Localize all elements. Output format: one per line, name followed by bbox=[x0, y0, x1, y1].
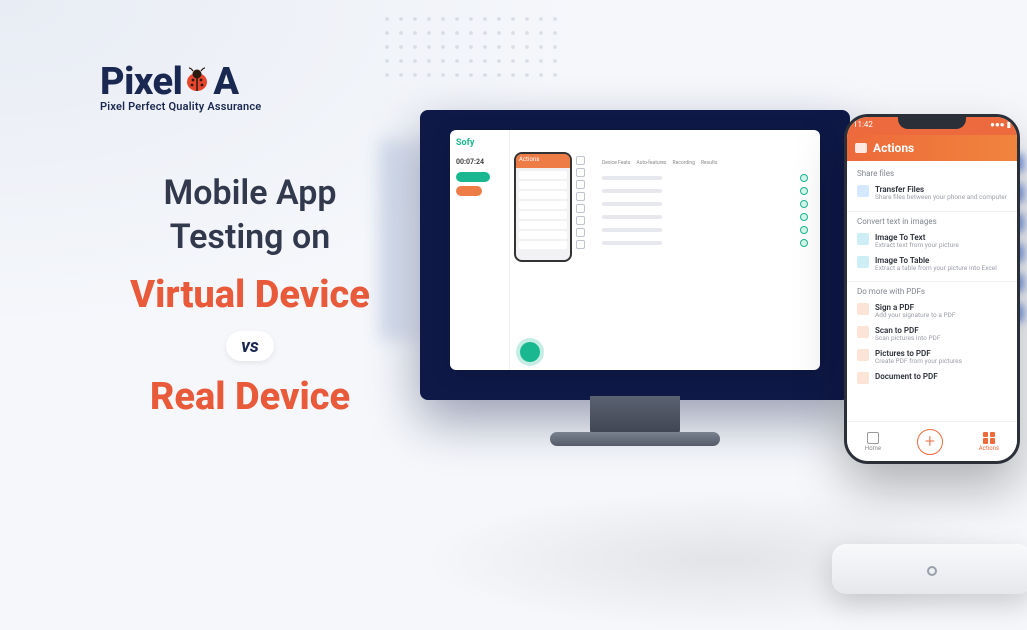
section-title: Do more with PDFs bbox=[857, 287, 1007, 296]
list-item[interactable]: Transfer Files Share files between your … bbox=[857, 182, 1007, 205]
section-title: Share files bbox=[857, 169, 1007, 178]
list-item[interactable]: Sign a PDF Add your signature to a PDF bbox=[857, 300, 1007, 323]
list-item[interactable]: Document to PDF bbox=[857, 369, 1007, 387]
app-title: Actions bbox=[873, 141, 914, 155]
list-item[interactable]: Image To Table Extract a table from your… bbox=[857, 253, 1007, 276]
list-item[interactable]: Pictures to PDF Create PDF from your pic… bbox=[857, 346, 1007, 369]
dashboard-brand: Sofy bbox=[456, 138, 503, 148]
dock-button-icon bbox=[927, 566, 937, 576]
tab-home[interactable]: Home bbox=[865, 432, 881, 452]
notch bbox=[898, 117, 966, 129]
dot-pattern-decoration bbox=[380, 12, 560, 82]
headline-line2: Testing on bbox=[100, 215, 400, 259]
tool-sidebar bbox=[576, 152, 590, 364]
status-time: 11:42 bbox=[853, 120, 873, 132]
vs-badge: vs bbox=[226, 331, 274, 361]
session-timer: 00:07:24 bbox=[456, 158, 503, 166]
transfer-icon bbox=[857, 185, 869, 197]
record-indicator-icon bbox=[520, 342, 540, 362]
chat-icon bbox=[855, 143, 867, 153]
app-header: Actions bbox=[847, 135, 1017, 161]
phone-dock bbox=[832, 544, 1027, 594]
status-chip-green bbox=[456, 172, 490, 182]
monitor: Sofy 00:07:24 Actions bbox=[420, 110, 850, 400]
logo-tagline: Pixel Perfect Quality Assurance bbox=[100, 100, 400, 113]
image-table-icon bbox=[857, 256, 869, 268]
tab-bar: Home + Actions bbox=[847, 421, 1017, 461]
status-bar: 11:42 ●●● ▮ bbox=[847, 117, 1017, 135]
list-item[interactable]: Scan to PDF Scan pictures into PDF bbox=[857, 323, 1007, 346]
tab-add-button[interactable]: + bbox=[917, 429, 943, 455]
headline-line1: Mobile App bbox=[100, 171, 400, 215]
list-item[interactable]: Image To Text Extract text from your pic… bbox=[857, 230, 1007, 253]
brand-logo: Pixel A Pixel Perfect Quality Assurance bbox=[100, 60, 400, 113]
ladybug-icon bbox=[183, 66, 211, 94]
scan-pdf-icon bbox=[857, 326, 869, 338]
mini-header: Actions bbox=[516, 154, 570, 168]
tab-actions[interactable]: Actions bbox=[979, 432, 999, 452]
device-scene: Sofy 00:07:24 Actions bbox=[420, 110, 1020, 570]
logo-text-pixel: Pixel bbox=[100, 60, 182, 104]
dashboard-tabs: Device Feats Auto-features Recording Res… bbox=[602, 160, 808, 166]
home-icon bbox=[867, 432, 879, 444]
virtual-device-preview: Actions bbox=[514, 152, 572, 262]
headline-real: Real Device bbox=[100, 375, 400, 419]
headline-virtual: Virtual Device bbox=[100, 273, 400, 317]
image-text-icon bbox=[857, 233, 869, 245]
pictures-pdf-icon bbox=[857, 349, 869, 361]
sign-pdf-icon bbox=[857, 303, 869, 315]
logo-text-a: A bbox=[213, 60, 239, 104]
grid-icon bbox=[983, 432, 995, 444]
document-pdf-icon bbox=[857, 372, 869, 384]
status-icons: ●●● ▮ bbox=[990, 120, 1011, 132]
status-chip-orange bbox=[456, 186, 482, 196]
section-title: Convert text in images bbox=[857, 217, 1007, 226]
real-device-phone: 11:42 ●●● ▮ Actions Share files Transfer… bbox=[844, 114, 1020, 464]
dashboard-app: Sofy 00:07:24 Actions bbox=[450, 130, 820, 370]
